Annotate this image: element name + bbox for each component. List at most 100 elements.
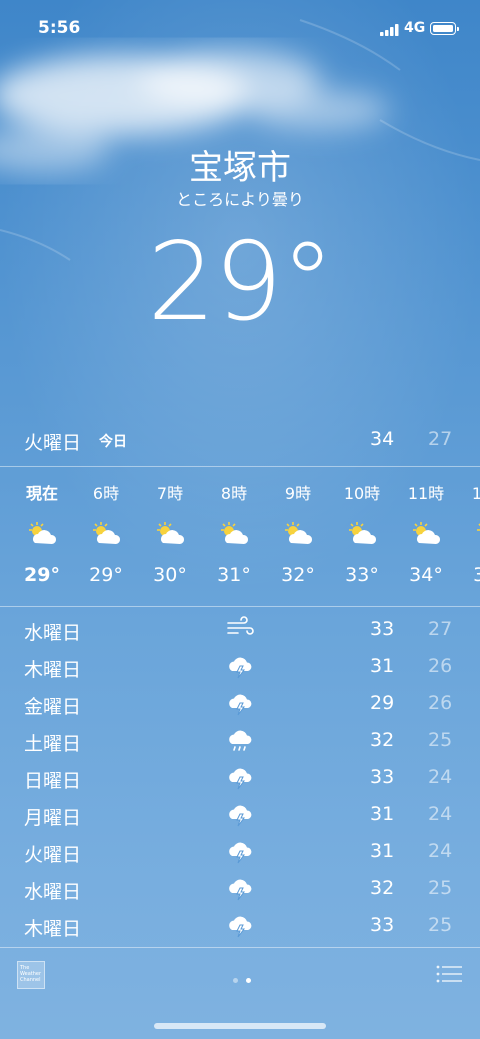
thunderstorm-icon [226,764,254,792]
wind-icon [226,616,254,644]
hour-temp: 32° [281,564,315,586]
today-low: 27 [428,428,453,450]
day-name: 金曜日 [24,696,82,718]
day-high: 33 [370,914,395,936]
hour-time: 11時 [407,484,445,503]
day-low: 25 [428,729,453,751]
hourly-item: 現在 29° [10,468,74,586]
hour-temp: 29° [24,564,60,586]
day-name: 月曜日 [24,807,82,829]
daily-row: 水曜日 33 27 [24,612,456,649]
thunderstorm-icon [226,653,254,681]
daily-row: 木曜日 33 25 [24,908,456,945]
daily-row: 土曜日 32 25 [24,723,456,760]
hour-time: 8時 [220,484,248,503]
day-name: 水曜日 [24,622,82,644]
day-high: 32 [370,729,395,751]
home-indicator[interactable] [154,1023,326,1029]
divider-bottom [0,606,480,607]
hourly-item: 12時 34° [458,468,480,586]
divider-top [0,466,480,467]
list-icon[interactable] [436,964,462,984]
hourly-item: 8時 31° [202,468,266,586]
partly-sunny-icon [74,514,138,554]
today-summary: 火曜日 今日 34 27 [24,428,456,454]
day-low: 26 [428,692,453,714]
daily-row: 水曜日 32 25 [24,871,456,908]
hour-temp: 31° [217,564,251,586]
partly-sunny-icon [330,514,394,554]
day-high: 32 [370,877,395,899]
partly-sunny-icon [394,514,458,554]
day-name: 火曜日 [24,844,82,866]
thunderstorm-icon [226,838,254,866]
battery-icon [430,22,459,35]
hour-temp: 34° [409,564,443,586]
day-name: 土曜日 [24,733,82,755]
day-name: 日曜日 [24,770,82,792]
today-high: 34 [370,428,395,450]
day-high: 33 [370,618,395,640]
status-time: 5:56 [38,18,81,38]
daily-row: 木曜日 31 26 [24,649,456,686]
hourly-item: 9時 32° [266,468,330,586]
day-low: 24 [428,803,453,825]
day-high: 33 [370,766,395,788]
day-name: 水曜日 [24,881,82,903]
thunderstorm-icon [226,690,254,718]
page-dot[interactable] [246,978,251,983]
day-high: 29 [370,692,395,714]
day-low: 24 [428,766,453,788]
partly-sunny-icon [202,514,266,554]
hour-temp: 34° [473,564,480,586]
divider-footer [0,947,480,948]
day-low: 24 [428,840,453,862]
thunderstorm-icon [226,875,254,903]
partly-sunny-icon [10,514,74,554]
today-day: 火曜日 [24,432,82,454]
day-low: 25 [428,914,453,936]
day-low: 25 [428,877,453,899]
day-name: 木曜日 [24,918,82,940]
city-name: 宝塚市 [189,148,291,188]
weather-channel-logo[interactable]: The Weather Channel [17,961,45,989]
network-type: 4G [404,20,426,36]
day-low: 26 [428,655,453,677]
thunderstorm-icon [226,801,254,829]
day-name: 木曜日 [24,659,82,681]
day-low: 27 [428,618,453,640]
day-high: 31 [370,840,395,862]
partly-sunny-icon [266,514,330,554]
current-temperature: 29° [147,220,334,345]
day-high: 31 [370,655,395,677]
daily-row: 火曜日 31 24 [24,834,456,871]
hour-time: 7時 [156,484,184,503]
hourly-item: 11時 34° [394,468,458,586]
hour-time: 12時 [471,484,480,503]
hourly-item: 7時 30° [138,468,202,586]
daily-forecast: 水曜日 33 27 木曜日 31 26 金曜日 29 26 土曜日 32 25 日曜日 33 24 月曜日 31… [24,612,456,945]
rain-icon [226,727,254,755]
daily-row: 日曜日 33 24 [24,760,456,797]
page-dot[interactable] [233,978,238,983]
weather-condition: ところにより曇り [176,190,304,209]
day-high: 31 [370,803,395,825]
daily-row: 金曜日 29 26 [24,686,456,723]
partly-sunny-icon [458,514,480,554]
hour-time: 10時 [343,484,381,503]
hour-time: 9時 [284,484,312,503]
hourly-item: 10時 33° [330,468,394,586]
hour-time: 6時 [92,484,120,503]
hourly-forecast[interactable]: 現在29°6時29°7時30°8時31°9時32°10時33°11時34°12時… [0,468,480,608]
hour-temp: 29° [89,564,123,586]
hour-temp: 30° [153,564,187,586]
today-label: 今日 [99,434,127,450]
thunderstorm-icon [226,912,254,940]
hour-time: 現在 [25,484,58,503]
hour-temp: 33° [345,564,379,586]
signal-icon [380,24,399,36]
hourly-item: 6時 29° [74,468,138,586]
page-indicator[interactable] [229,968,255,987]
partly-sunny-icon [138,514,202,554]
daily-row: 月曜日 31 24 [24,797,456,834]
